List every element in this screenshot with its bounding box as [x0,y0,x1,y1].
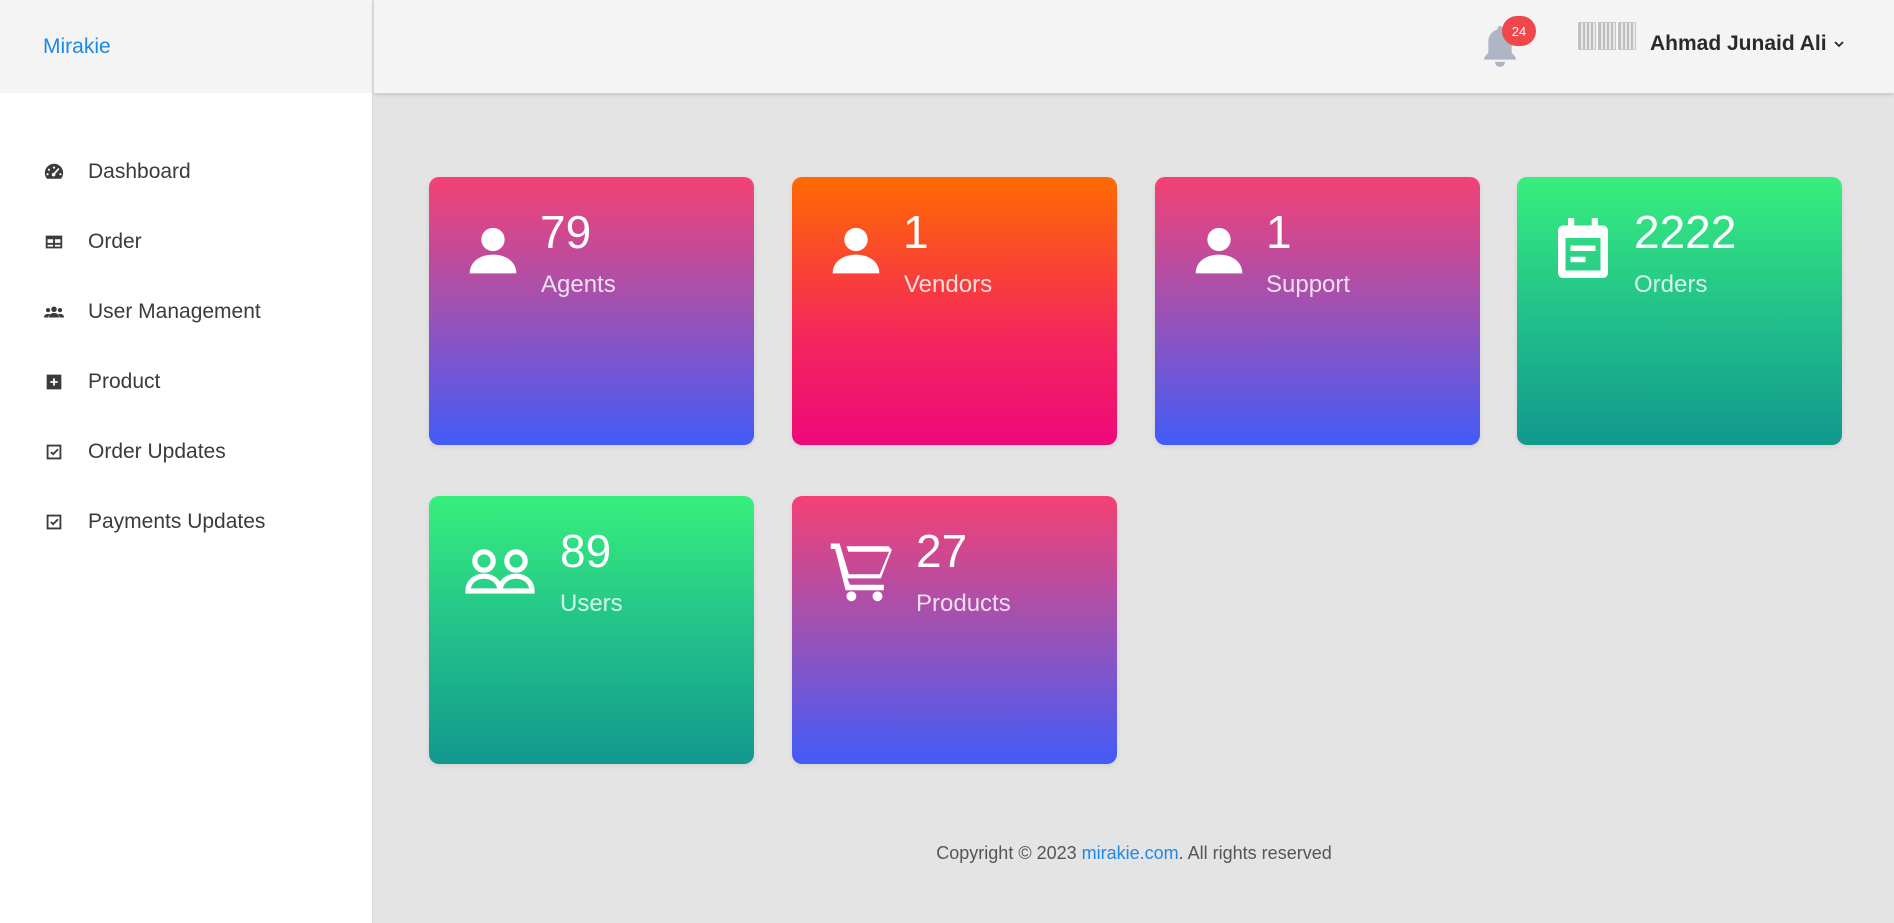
footer-link[interactable]: mirakie.com [1082,843,1179,863]
stat-label: Users [560,590,623,617]
sidebar-item-label: User Management [88,300,261,323]
footer: Copyright © 2023 mirakie.com. All rights… [374,843,1894,864]
sidebar-item-label: Order [88,230,142,253]
sidebar-item-label: Order Updates [88,440,226,463]
table-icon [42,230,66,254]
sidebar-item-payments-updates[interactable]: Payments Updates [0,487,372,557]
stat-label: Agents [541,271,616,298]
stat-card-users[interactable]: 89 Users [429,496,754,764]
stat-card-agents[interactable]: 79 Agents [429,177,754,445]
cart-icon [828,538,894,604]
sidebar-nav: Dashboard Order User Management Product … [0,93,372,557]
sidebar-item-order-updates[interactable]: Order Updates [0,417,372,487]
sidebar-item-order[interactable]: Order [0,207,372,277]
users-icon [465,548,537,594]
sidebar-item-user-management[interactable]: User Management [0,277,372,347]
stat-label: Orders [1634,271,1708,298]
stat-card-vendors[interactable]: 1 Vendors [792,177,1117,445]
stat-card-orders[interactable]: 2222 Orders [1517,177,1842,445]
stat-count: 1 [903,206,929,258]
stat-label: Vendors [904,271,993,298]
sidebar-item-product[interactable]: Product [0,347,372,417]
stat-count: 2222 [1634,206,1737,258]
users-icon [42,300,66,324]
sidebar: Mirakie Dashboard Order User Management … [0,0,373,923]
user-menu[interactable]: Ahmad Junaid Ali [1650,32,1845,56]
copyright-suffix: . All rights reserved [1178,843,1332,863]
stat-label: Products [916,590,1011,617]
stat-count: 27 [916,525,968,577]
user-icon [465,219,521,281]
avatar[interactable] [1578,22,1636,50]
user-icon [828,219,884,281]
copyright-text: Copyright © 2023 [936,843,1082,863]
stat-count: 89 [560,525,612,577]
plus-square-icon [42,370,66,394]
stat-count: 1 [1266,206,1292,258]
check-square-icon [42,510,66,534]
user-icon [1191,219,1247,281]
notification-count-badge: 24 [1502,16,1536,46]
stat-count: 79 [540,206,592,258]
sidebar-item-dashboard[interactable]: Dashboard [0,137,372,207]
stat-card-products[interactable]: 27 Products [792,496,1117,764]
sidebar-item-label: Product [88,370,161,393]
sidebar-item-label: Dashboard [88,160,191,183]
check-square-icon [42,440,66,464]
calendar-icon [1553,215,1613,281]
brand-logo[interactable]: Mirakie [0,0,372,93]
stat-card-support[interactable]: 1 Support [1155,177,1480,445]
sidebar-item-label: Payments Updates [88,510,266,533]
dashboard-icon [42,160,66,184]
user-name: Ahmad Junaid Ali [1650,32,1827,55]
chevron-down-icon [1833,41,1844,48]
top-header: 24 Ahmad Junaid Ali [374,0,1894,93]
stat-label: Support [1266,271,1351,298]
